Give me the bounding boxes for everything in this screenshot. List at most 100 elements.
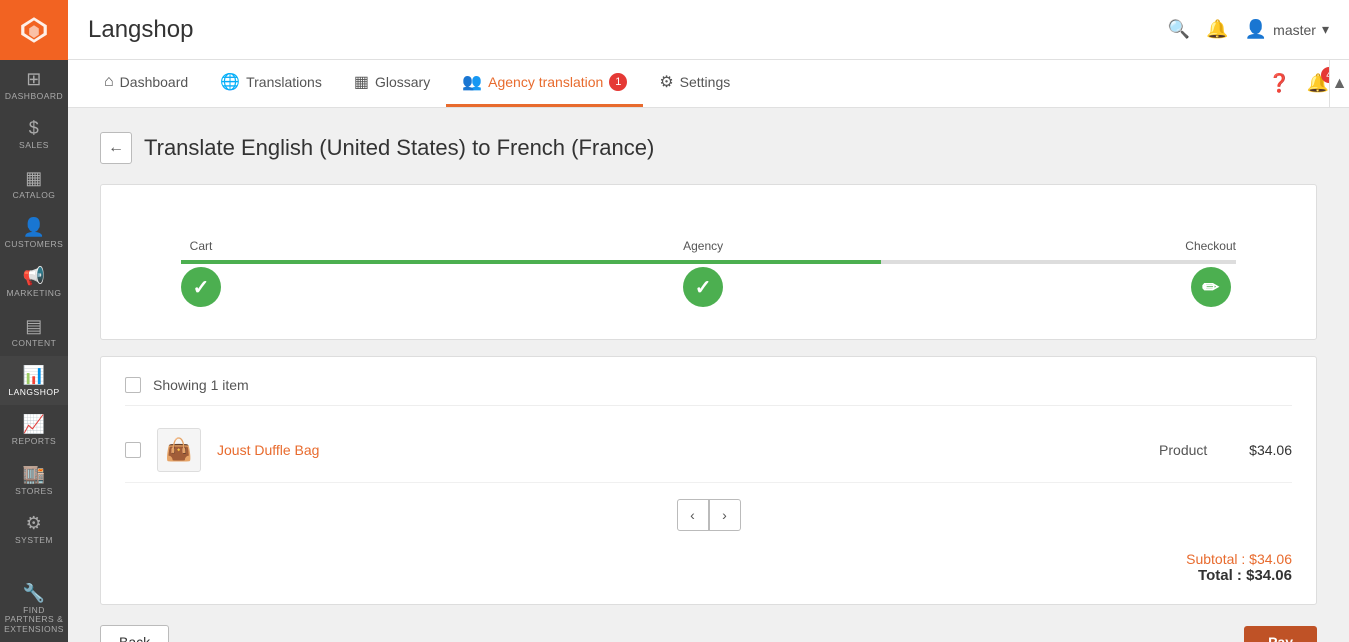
select-all-checkbox[interactable] bbox=[125, 377, 141, 393]
sidebar: ⊞ Dashboard $ Sales ▦ Catalog 👤 Customer… bbox=[0, 0, 68, 642]
sidebar-label: Catalog bbox=[13, 191, 56, 200]
items-count: Showing 1 item bbox=[153, 377, 249, 393]
sidebar-item-content[interactable]: ▤ Content bbox=[0, 307, 68, 356]
sidebar-item-sales[interactable]: $ Sales bbox=[0, 109, 68, 158]
subnav-item-dashboard[interactable]: ⌂ Dashboard bbox=[88, 60, 204, 107]
user-dropdown-icon: ▾ bbox=[1322, 21, 1329, 38]
user-name: master bbox=[1273, 22, 1316, 38]
system-icon: ⚙ bbox=[26, 514, 43, 532]
item-thumbnail: 👜 bbox=[157, 428, 201, 472]
total-value: $34.06 bbox=[1246, 567, 1292, 584]
back-button[interactable]: Back bbox=[100, 625, 169, 642]
page-title: Translate English (United States) to Fre… bbox=[144, 135, 654, 161]
main-area: Langshop 🔍 🔔 👤 master ▾ ⌂ Dashboard 🌐 Tr… bbox=[68, 0, 1349, 642]
step-cart-circle: ✓ bbox=[181, 267, 221, 307]
items-card: Showing 1 item 👜 Joust Duffle Bag Produc… bbox=[100, 356, 1317, 605]
item-name-link[interactable]: Joust Duffle Bag bbox=[217, 442, 1117, 458]
totals: Subtotal : $34.06 Total : $34.06 bbox=[125, 539, 1292, 584]
langshop-icon: 📊 bbox=[23, 366, 46, 384]
sidebar-item-dashboard[interactable]: ⊞ Dashboard bbox=[0, 60, 68, 109]
help-icon[interactable]: ❓ bbox=[1268, 73, 1290, 94]
sidebar-label: Marketing bbox=[6, 289, 61, 298]
app-title: Langshop bbox=[88, 16, 1168, 44]
subnav-label: Agency translation bbox=[488, 74, 603, 90]
sidebar-item-stores[interactable]: 🏬 Stores bbox=[0, 455, 68, 504]
bell-icon[interactable]: 🔔 bbox=[1206, 19, 1228, 40]
notifications-icon[interactable]: 🔔 4 bbox=[1307, 73, 1329, 94]
step-checkout-label: Checkout bbox=[1185, 239, 1236, 253]
sidebar-label: Reports bbox=[12, 437, 56, 446]
dashboard-icon: ⊞ bbox=[26, 70, 42, 88]
sidebar-logo[interactable] bbox=[0, 0, 68, 60]
step-agency-label: Agency bbox=[683, 239, 723, 253]
pay-button[interactable]: Pay bbox=[1244, 626, 1317, 642]
sidebar-label: Find Partners & Extensions bbox=[4, 606, 64, 634]
item-type: Product bbox=[1133, 442, 1233, 458]
stepper-card: Cart ✓ Agency ✓ Checkout ✏ bbox=[100, 184, 1317, 340]
items-header: Showing 1 item bbox=[125, 377, 1292, 406]
item-price: $34.06 bbox=[1249, 442, 1292, 458]
glossary-icon: ▦ bbox=[354, 72, 369, 92]
pagination: ‹ › bbox=[125, 499, 1292, 531]
subtotal-line: Subtotal : $34.06 bbox=[125, 551, 1292, 567]
step-agency-circle: ✓ bbox=[683, 267, 723, 307]
topbar-actions: 🔍 🔔 👤 master ▾ bbox=[1168, 19, 1329, 40]
back-arrow-button[interactable]: ← bbox=[100, 132, 132, 164]
search-icon[interactable]: 🔍 bbox=[1168, 19, 1190, 40]
agency-badge: 1 bbox=[609, 73, 627, 91]
topbar: Langshop 🔍 🔔 👤 master ▾ bbox=[68, 0, 1349, 60]
subnav-label: Translations bbox=[246, 74, 322, 90]
total-label: Total : bbox=[1198, 567, 1242, 584]
sidebar-item-partners[interactable]: 🔧 Find Partners & Extensions bbox=[0, 574, 68, 642]
stepper: Cart ✓ Agency ✓ Checkout ✏ bbox=[181, 239, 1236, 307]
customers-icon: 👤 bbox=[23, 218, 46, 236]
subtotal-value: $34.06 bbox=[1249, 551, 1292, 567]
sidebar-item-langshop[interactable]: 📊 Langshop bbox=[0, 356, 68, 405]
table-row: 👜 Joust Duffle Bag Product $34.06 bbox=[125, 418, 1292, 483]
marketing-icon: 📢 bbox=[23, 267, 46, 285]
sidebar-item-reports[interactable]: 📈 Reports bbox=[0, 405, 68, 454]
stepper-step-cart: Cart ✓ bbox=[181, 239, 221, 307]
subnav-item-agency[interactable]: 👥 Agency translation 1 bbox=[446, 60, 643, 107]
total-line: Total : $34.06 bbox=[125, 567, 1292, 584]
sales-icon: $ bbox=[29, 119, 40, 137]
subnav-label: Dashboard bbox=[120, 74, 189, 90]
sidebar-item-catalog[interactable]: ▦ Catalog bbox=[0, 159, 68, 208]
agency-icon: 👥 bbox=[462, 72, 482, 92]
reports-icon: 📈 bbox=[23, 415, 46, 433]
sidebar-label: Langshop bbox=[8, 388, 59, 397]
subnav-label: Glossary bbox=[375, 74, 430, 90]
settings-icon: ⚙ bbox=[659, 72, 673, 92]
subnav-label: Settings bbox=[680, 74, 731, 90]
subnav: ⌂ Dashboard 🌐 Translations ▦ Glossary 👥 … bbox=[68, 60, 1349, 108]
globe-icon: 🌐 bbox=[220, 72, 240, 92]
subtotal-label: Subtotal : bbox=[1186, 551, 1245, 567]
stepper-step-agency: Agency ✓ bbox=[683, 239, 723, 307]
prev-page-button[interactable]: ‹ bbox=[677, 499, 709, 531]
stepper-step-checkout: Checkout ✏ bbox=[1185, 239, 1236, 307]
partners-icon: 🔧 bbox=[23, 584, 46, 602]
next-page-button[interactable]: › bbox=[709, 499, 741, 531]
stores-icon: 🏬 bbox=[23, 465, 46, 483]
sidebar-label: Stores bbox=[15, 487, 53, 496]
home-icon: ⌂ bbox=[104, 73, 114, 91]
sidebar-label: Sales bbox=[19, 141, 49, 150]
page-header: ← Translate English (United States) to F… bbox=[100, 132, 1317, 164]
content-icon: ▤ bbox=[25, 317, 43, 335]
item-checkbox[interactable] bbox=[125, 442, 141, 458]
user-menu[interactable]: 👤 master ▾ bbox=[1245, 19, 1329, 40]
catalog-icon: ▦ bbox=[25, 169, 43, 187]
content-area: ← Translate English (United States) to F… bbox=[68, 108, 1349, 642]
sidebar-item-system[interactable]: ⚙ System bbox=[0, 504, 68, 553]
scroll-up-button[interactable]: ▲ bbox=[1329, 60, 1349, 107]
subnav-item-glossary[interactable]: ▦ Glossary bbox=[338, 60, 446, 107]
sidebar-item-customers[interactable]: 👤 Customers bbox=[0, 208, 68, 257]
subnav-item-settings[interactable]: ⚙ Settings bbox=[643, 60, 746, 107]
subnav-item-translations[interactable]: 🌐 Translations bbox=[204, 60, 338, 107]
subnav-right: ❓ 🔔 4 bbox=[1268, 73, 1329, 94]
action-bar: Back Pay bbox=[100, 625, 1317, 642]
sidebar-label: Content bbox=[12, 339, 57, 348]
sidebar-item-marketing[interactable]: 📢 Marketing bbox=[0, 257, 68, 306]
sidebar-label: System bbox=[15, 536, 53, 545]
step-checkout-circle: ✏ bbox=[1191, 267, 1231, 307]
